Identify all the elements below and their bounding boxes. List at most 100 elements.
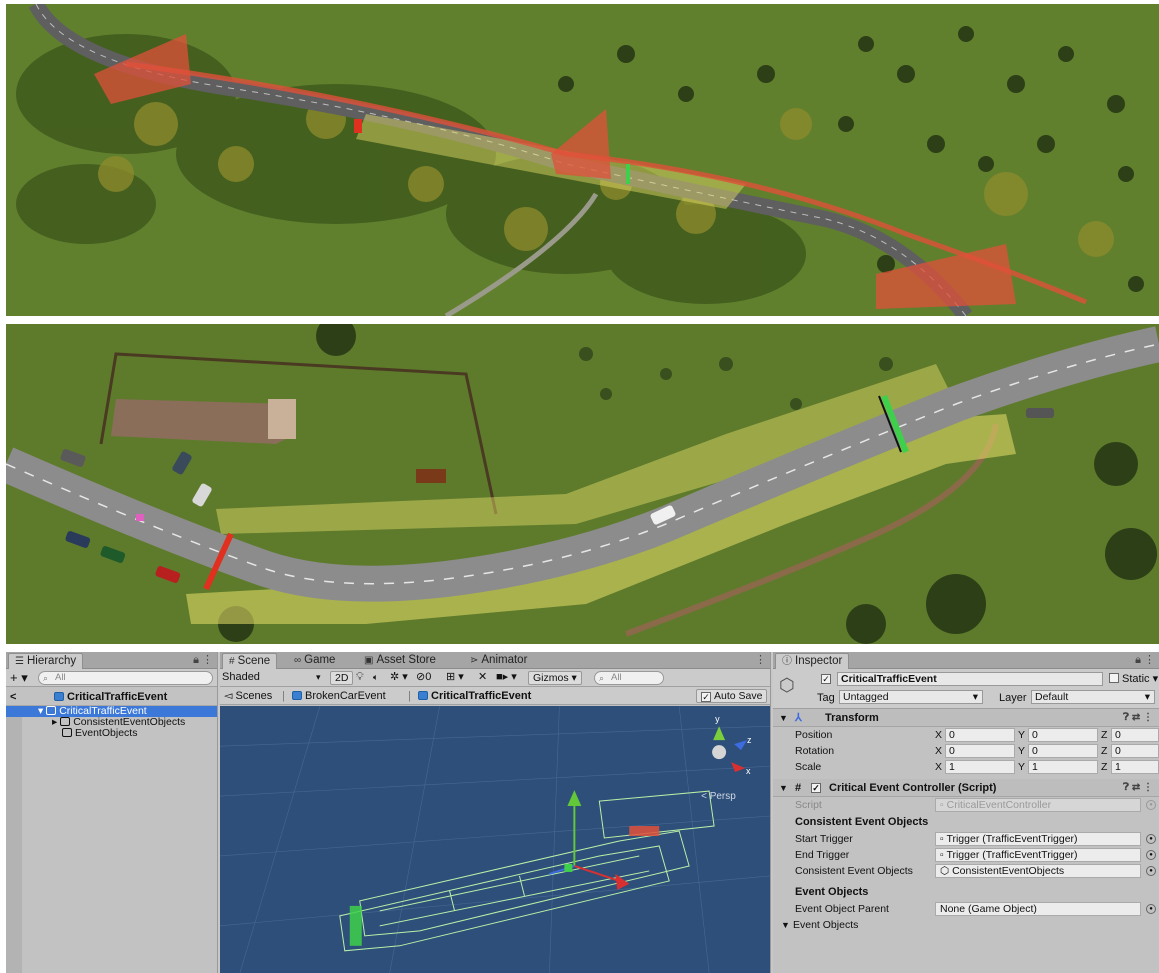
gizmo-x-label: x (746, 766, 751, 776)
start-trigger-field[interactable]: ▫ Trigger (TrafficEventTrigger) (935, 832, 1141, 846)
prefab-icon (292, 691, 302, 700)
gameobject-icon (46, 706, 57, 715)
position-x-field[interactable]: 0 (945, 728, 1015, 742)
shading-mode-dropdown[interactable]: Shaded (222, 669, 260, 686)
tab-hierarchy[interactable]: ☰ Hierarchy (8, 653, 84, 669)
event-parent-label: Event Object Parent (795, 903, 889, 915)
scene-search-input[interactable]: ⌕ All (594, 671, 664, 685)
position-z-field[interactable]: 0 (1111, 728, 1159, 742)
layer-dropdown[interactable]: Default ▾ (1031, 690, 1155, 704)
chevron-down-icon[interactable]: ▼ (779, 779, 788, 797)
breadcrumb-broken-car[interactable]: BrokenCarEvent (292, 687, 386, 705)
auto-save-checkbox[interactable]: ✓ (701, 692, 711, 702)
visibility-icon[interactable]: ⊘0 (416, 669, 431, 686)
event-objects-list-label: Event Objects (793, 919, 859, 931)
tag-dropdown[interactable]: Untagged ▾ (839, 690, 983, 704)
tab-inspector-label: Inspector (795, 655, 843, 667)
event-parent-field[interactable]: None (Game Object) (935, 902, 1141, 916)
hierarchy-icon: ☰ (15, 656, 24, 667)
object-picker-icon[interactable]: ● (1146, 904, 1156, 914)
rotation-z-field[interactable]: 0 (1111, 744, 1159, 758)
scale-z-field[interactable]: 1 (1111, 760, 1159, 774)
hierarchy-toolbar: + ▾ ⌕ All (6, 669, 217, 687)
static-toggle[interactable]: Static ▾ (1109, 672, 1158, 686)
toggle-2d-button[interactable]: 2D (330, 671, 354, 685)
end-trigger-label: End Trigger (795, 849, 850, 861)
hierarchy-scene-header[interactable]: < CriticalTrafficEvent (6, 688, 217, 706)
rotation-y-field[interactable]: 0 (1028, 744, 1098, 758)
settings-icon[interactable]: ❓︎ ⇄ ⋮ (1123, 779, 1153, 797)
chevron-down-icon: ▾ (972, 691, 978, 703)
terrain-overview-bottom (6, 324, 1159, 644)
shading-dropdown-arrow-icon[interactable]: ▾ (316, 669, 321, 686)
unity-editor: ☰ Hierarchy 🔒︎ ⋮ + ▾ ⌕ All < CriticalTraff… (6, 652, 1159, 973)
chevron-down-icon: ▾ (1144, 691, 1150, 703)
static-label: Static (1122, 673, 1150, 685)
component-enabled-checkbox[interactable]: ✓ (811, 783, 821, 793)
scale-y-field[interactable]: 1 (1028, 760, 1098, 774)
effects-icon[interactable]: ✲ ▾ (390, 669, 408, 686)
event-objects-list-row[interactable]: ▼ Event Objects (773, 917, 1159, 933)
transform-header[interactable]: ▼ ⅄ Transform ❓︎ ⇄ ⋮ (773, 709, 1159, 727)
object-picker-icon[interactable]: ● (1146, 866, 1156, 876)
light-icon[interactable]: 💡︎ (356, 669, 364, 686)
search-icon: ⌕ (43, 673, 49, 683)
breadcrumb-current[interactable]: CriticalTrafficEvent (418, 687, 531, 705)
settings-icon[interactable]: ❓︎ ⇄ ⋮ (1123, 709, 1153, 727)
transform-icon: ⅄ (795, 712, 802, 724)
kebab-menu-icon[interactable]: ⋮ (755, 652, 766, 669)
tab-inspector[interactable]: ⓘ Inspector (775, 653, 850, 669)
scene-tabbar: # Scene ∞ Game ▣ Asset Store ⋗ Animator ⋮ (220, 652, 770, 669)
tab-animator-label: Animator (481, 654, 528, 666)
rotation-x-field[interactable]: 0 (945, 744, 1015, 758)
auto-save-toggle[interactable]: ✓ Auto Save (696, 689, 768, 703)
hierarchy-item-events[interactable]: EventObjects (6, 728, 217, 739)
object-name-field[interactable]: CriticalTrafficEvent (837, 672, 1103, 686)
chevron-down-icon[interactable]: ▼ (781, 917, 790, 933)
gizmos-label: Gizmos (533, 672, 569, 684)
tab-asset-store[interactable]: ▣ Asset Store (358, 653, 442, 669)
end-trigger-row: End Trigger ▫ Trigger (TrafficEventTrigg… (773, 847, 1159, 863)
object-picker-icon[interactable]: ● (1146, 834, 1156, 844)
gizmos-button[interactable]: Gizmos ▾ (528, 671, 582, 685)
projection-label[interactable]: < Persp (701, 791, 736, 802)
tab-hierarchy-label: Hierarchy (26, 655, 77, 667)
tab-game[interactable]: ∞ Game (288, 653, 341, 669)
script-row: Script ▫ CriticalEventController ● (773, 797, 1159, 813)
chevron-down-icon[interactable]: ▼ (779, 709, 788, 727)
scale-label: Scale (795, 761, 822, 773)
grid-icon[interactable]: ⊞ ▾ (446, 669, 464, 686)
scene-search-placeholder: All (611, 672, 622, 683)
search-icon: ⌕ (599, 673, 605, 683)
object-picker-icon[interactable]: ● (1146, 850, 1156, 860)
scene-viewport[interactable]: y z x < Persp (220, 706, 770, 973)
tools-icon[interactable]: ✕ (478, 669, 487, 686)
hierarchy-child-label: EventObjects (75, 727, 138, 739)
position-y-field[interactable]: 0 (1028, 728, 1098, 742)
unity-cube-icon: ⬡ (779, 675, 795, 695)
tab-animator[interactable]: ⋗ Animator (464, 653, 533, 669)
hierarchy-search-input[interactable]: ⌕ All (38, 671, 213, 685)
tab-scene[interactable]: # Scene (222, 653, 278, 669)
terrain-render-bottom (6, 324, 1159, 644)
active-checkbox[interactable]: ✓ (821, 674, 831, 684)
scale-x-field[interactable]: 1 (945, 760, 1015, 774)
breadcrumb-scenes[interactable]: ◅ Scenes (224, 687, 272, 705)
camera-icon[interactable]: ■▸ ▾ (496, 669, 517, 686)
info-icon: ⓘ (782, 656, 792, 667)
lock-icon[interactable]: 🔒︎ ⋮ (1135, 652, 1155, 669)
rotation-label: Rotation (795, 745, 835, 757)
static-checkbox[interactable] (1109, 673, 1119, 683)
tab-scene-label: Scene (237, 655, 271, 667)
start-trigger-label: Start Trigger (795, 833, 853, 845)
consistent-objects-field[interactable]: ⬡ ConsistentEventObjects (935, 864, 1141, 878)
lock-icon[interactable]: 🔒︎ ⋮ (193, 652, 213, 669)
consistent-section-title: Consistent Event Objects (795, 816, 929, 828)
add-button[interactable]: + ▾ (10, 669, 28, 686)
end-trigger-field[interactable]: ▫ Trigger (TrafficEventTrigger) (935, 848, 1141, 862)
tag-label: Tag (817, 692, 835, 704)
layer-value: Default (1035, 691, 1069, 703)
script-component-header[interactable]: ▼ # ✓ Critical Event Controller (Script)… (773, 779, 1159, 797)
back-arrow-icon[interactable]: < (10, 688, 16, 706)
audio-icon[interactable]: 🔈︎ (373, 669, 378, 686)
